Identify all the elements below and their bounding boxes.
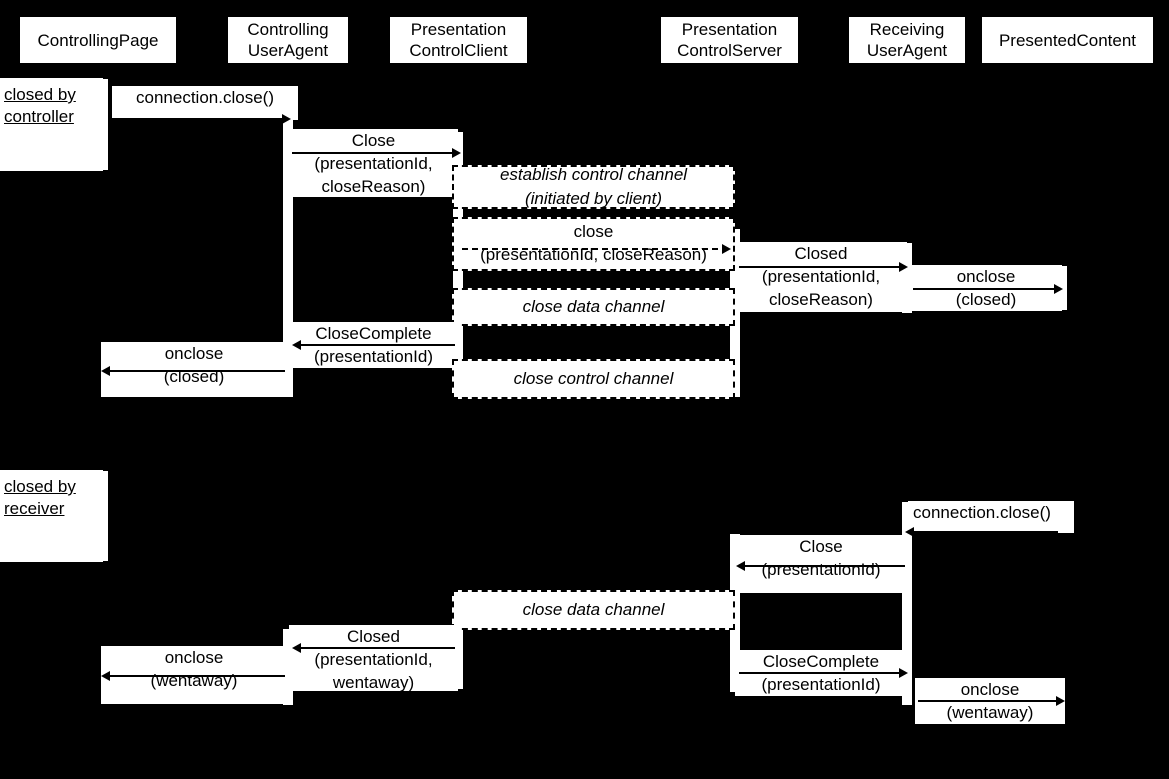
arrow-line-m8 <box>300 344 455 346</box>
message-label: connection.close() <box>136 88 274 107</box>
arrow-head-m14 <box>292 643 301 653</box>
arrow-line-m2 <box>292 152 458 154</box>
message-sublabel: (presentationId) <box>761 560 881 579</box>
arrow-line-m16 <box>739 672 905 674</box>
message-label: onclose <box>164 648 224 667</box>
arrow-head-m4 <box>722 244 731 254</box>
message-sublabel: (wentaway) <box>150 671 238 690</box>
lifeline-header-presented-content[interactable]: PresentedContent <box>982 17 1153 63</box>
message-label: connection.close() <box>913 503 1051 522</box>
arrow-head-m16 <box>899 668 908 678</box>
message-label: onclose <box>164 344 224 363</box>
arrow-line-m4 <box>462 248 728 250</box>
lifeline-label: PresentedContent <box>998 30 1137 50</box>
message-sublabel: (presentationId, wentaway) <box>314 650 433 692</box>
message-label: onclose <box>960 680 1020 699</box>
arrow-head-m9 <box>101 366 110 376</box>
message-sublabel: (closed) <box>163 367 225 386</box>
message-sublabel: (presentationId, closeReason) <box>314 154 433 196</box>
message-label: close <box>573 222 614 241</box>
arrow-head-m12 <box>736 561 745 571</box>
message-sublabel: (presentationId) <box>313 347 434 366</box>
arrow-head-m6 <box>1054 284 1063 294</box>
arrow-head-m17 <box>1056 696 1065 706</box>
arrow-line-m11 <box>913 531 1058 533</box>
note-label: close control channel <box>513 369 674 388</box>
message-connection-close-receiver[interactable]: connection.close() <box>908 501 1074 533</box>
message-label: CloseComplete <box>762 652 880 671</box>
note-label: close data channel <box>522 600 665 619</box>
message-label: onclose <box>956 267 1016 286</box>
message-label: CloseComplete <box>315 324 432 343</box>
message-label: Close <box>351 131 396 150</box>
lifeline-header-presentation-control-client[interactable]: Presentation ControlClient <box>390 17 527 63</box>
message-sublabel: (wentaway) <box>946 703 1034 722</box>
lifeline-label: Presentation ControlClient <box>409 20 508 60</box>
note-close-data-channel-1: close data channel <box>452 288 735 326</box>
arrow-head-m1 <box>282 114 291 124</box>
note-label: close data channel <box>522 297 665 316</box>
lifeline-header-controlling-useragent[interactable]: Controlling UserAgent <box>228 17 348 63</box>
arrow-head-m8 <box>292 340 301 350</box>
scenario-note-line2: receiver <box>4 499 65 518</box>
lifeline-label: Controlling UserAgent <box>247 20 329 60</box>
lifeline-label: Presentation ControlServer <box>677 20 782 60</box>
note-close-control-channel: close control channel <box>452 359 735 399</box>
note-label: establish control channel (initiated by … <box>499 165 688 208</box>
message-sublabel: (presentationId) <box>761 675 881 694</box>
scenario-note-line1: closed by <box>4 85 76 104</box>
scenario-note-line2: controller <box>4 107 74 126</box>
scenario-note-line1: closed by <box>4 477 76 496</box>
sequence-diagram: ControllingPage Controlling UserAgent Pr… <box>0 0 1169 779</box>
message-closed-pid-wentaway[interactable]: Closed (presentationId, wentaway) <box>289 625 458 692</box>
arrow-line-m17 <box>918 700 1063 702</box>
arrow-line-m1 <box>110 118 288 120</box>
lifeline-label: ControllingPage <box>37 30 159 50</box>
lifeline-header-presentation-control-server[interactable]: Presentation ControlServer <box>661 17 798 63</box>
note-close-data-channel-2: close data channel <box>452 590 735 630</box>
message-sublabel: (closed) <box>955 290 1017 309</box>
arrow-head-m15 <box>101 671 110 681</box>
lifeline-header-controlling-page[interactable]: ControllingPage <box>20 17 176 63</box>
message-label: Closed <box>347 627 400 646</box>
message-close-lowercase[interactable]: close (presentationId, closeReason) <box>452 217 735 271</box>
scenario-note-closed-by-controller: closed by controller <box>0 78 103 171</box>
arrow-head-m5 <box>899 262 908 272</box>
arrow-line-m6 <box>913 288 1060 290</box>
arrow-line-m15 <box>110 675 285 677</box>
message-connection-close-controller[interactable]: connection.close() <box>112 86 298 120</box>
lifeline-label: Receiving UserAgent <box>866 20 948 60</box>
message-label: Closed <box>794 244 848 263</box>
message-label: Close <box>799 537 843 556</box>
note-establish-control-channel: establish control channel (initiated by … <box>452 165 735 209</box>
lifeline-header-receiving-useragent[interactable]: Receiving UserAgent <box>849 17 965 63</box>
scenario-note-closed-by-receiver: closed by receiver <box>0 470 103 562</box>
message-closed-pid-reason[interactable]: Closed (presentationId, closeReason) <box>735 242 907 312</box>
message-close-pid-reason[interactable]: Close (presentationId, closeReason) <box>289 129 458 197</box>
arrow-line-m5 <box>739 266 905 268</box>
arrow-line-m9 <box>110 370 285 372</box>
arrow-line-m12 <box>745 565 905 567</box>
arrow-line-m14 <box>300 647 455 649</box>
message-sublabel: (presentationId, closeReason) <box>761 267 881 309</box>
arrow-head-m2 <box>452 148 461 158</box>
message-close-pid[interactable]: Close (presentationId) <box>735 535 907 593</box>
message-sublabel: (presentationId, closeReason) <box>480 245 707 264</box>
